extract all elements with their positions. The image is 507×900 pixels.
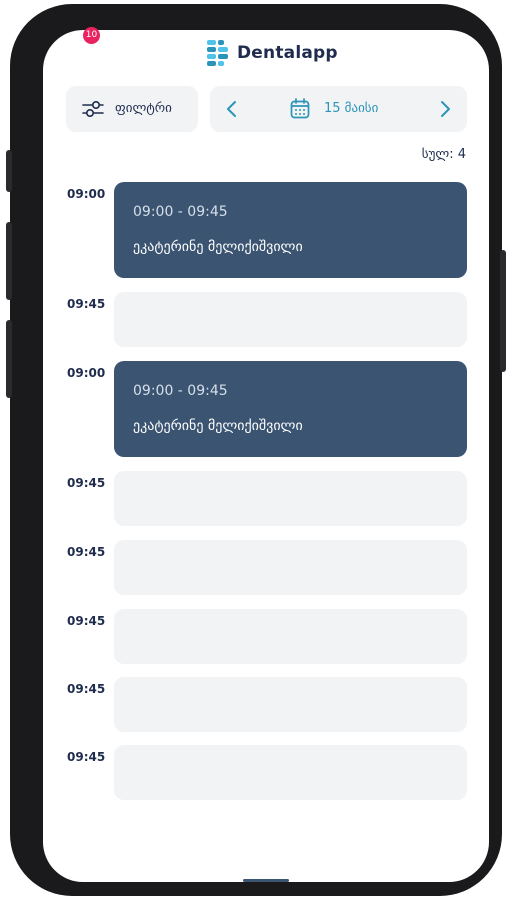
appointment-time-range: 09:00 - 09:45 <box>133 204 228 220</box>
tooth-logo-icon <box>207 40 228 66</box>
patient-name: ეკატერინე მელიქიშვილი <box>133 239 303 255</box>
calendar-icon[interactable] <box>290 98 310 119</box>
empty-slot[interactable] <box>114 471 467 526</box>
app-screen: Dentalapp ფილტრი 15 მაისი სულ: 4 09:00 0… <box>43 30 489 882</box>
app-name: Dentalapp <box>237 43 338 63</box>
slot-time: 09:45 <box>67 545 106 559</box>
empty-slot[interactable] <box>114 745 467 800</box>
appointment-time-range: 09:00 - 09:45 <box>133 383 228 399</box>
sliders-icon <box>82 100 104 118</box>
slot-time: 09:45 <box>67 297 106 311</box>
slot-time: 09:00 <box>67 187 106 201</box>
appointment-card[interactable]: 09:00 - 09:45 ეკატერინე მელიქიშვილი <box>114 182 467 278</box>
slot-time: 09:45 <box>67 476 106 490</box>
volume-up-button <box>6 222 12 300</box>
chevron-left-icon[interactable] <box>222 99 242 119</box>
volume-down-button <box>6 320 12 398</box>
empty-slot[interactable] <box>114 609 467 664</box>
phone-frame: Dentalapp ფილტრი 15 მაისი სულ: 4 09:00 0… <box>6 4 506 896</box>
appointment-card[interactable]: 09:00 - 09:45 ეკატერინე მელიქიშვილი <box>114 361 467 457</box>
home-indicator <box>243 879 289 882</box>
empty-slot[interactable] <box>114 677 467 732</box>
empty-slot[interactable] <box>114 292 467 347</box>
notification-badge: 10 <box>83 27 100 44</box>
total-count: სულ: 4 <box>421 147 466 162</box>
slot-time: 09:45 <box>67 682 106 696</box>
slot-time: 09:00 <box>67 366 106 380</box>
slot-time: 09:45 <box>67 614 106 628</box>
date-navigator: 15 მაისი <box>210 86 467 132</box>
filter-button[interactable]: ფილტრი <box>66 86 198 132</box>
current-date[interactable]: 15 მაისი <box>324 101 378 116</box>
mute-switch <box>6 150 12 192</box>
power-button <box>500 250 506 372</box>
app-logo: Dentalapp <box>206 39 338 67</box>
filter-label: ფილტრი <box>115 101 172 116</box>
patient-name: ეკატერინე მელიქიშვილი <box>133 418 303 434</box>
chevron-right-icon[interactable] <box>435 99 455 119</box>
slot-time: 09:45 <box>67 750 106 764</box>
empty-slot[interactable] <box>114 540 467 595</box>
